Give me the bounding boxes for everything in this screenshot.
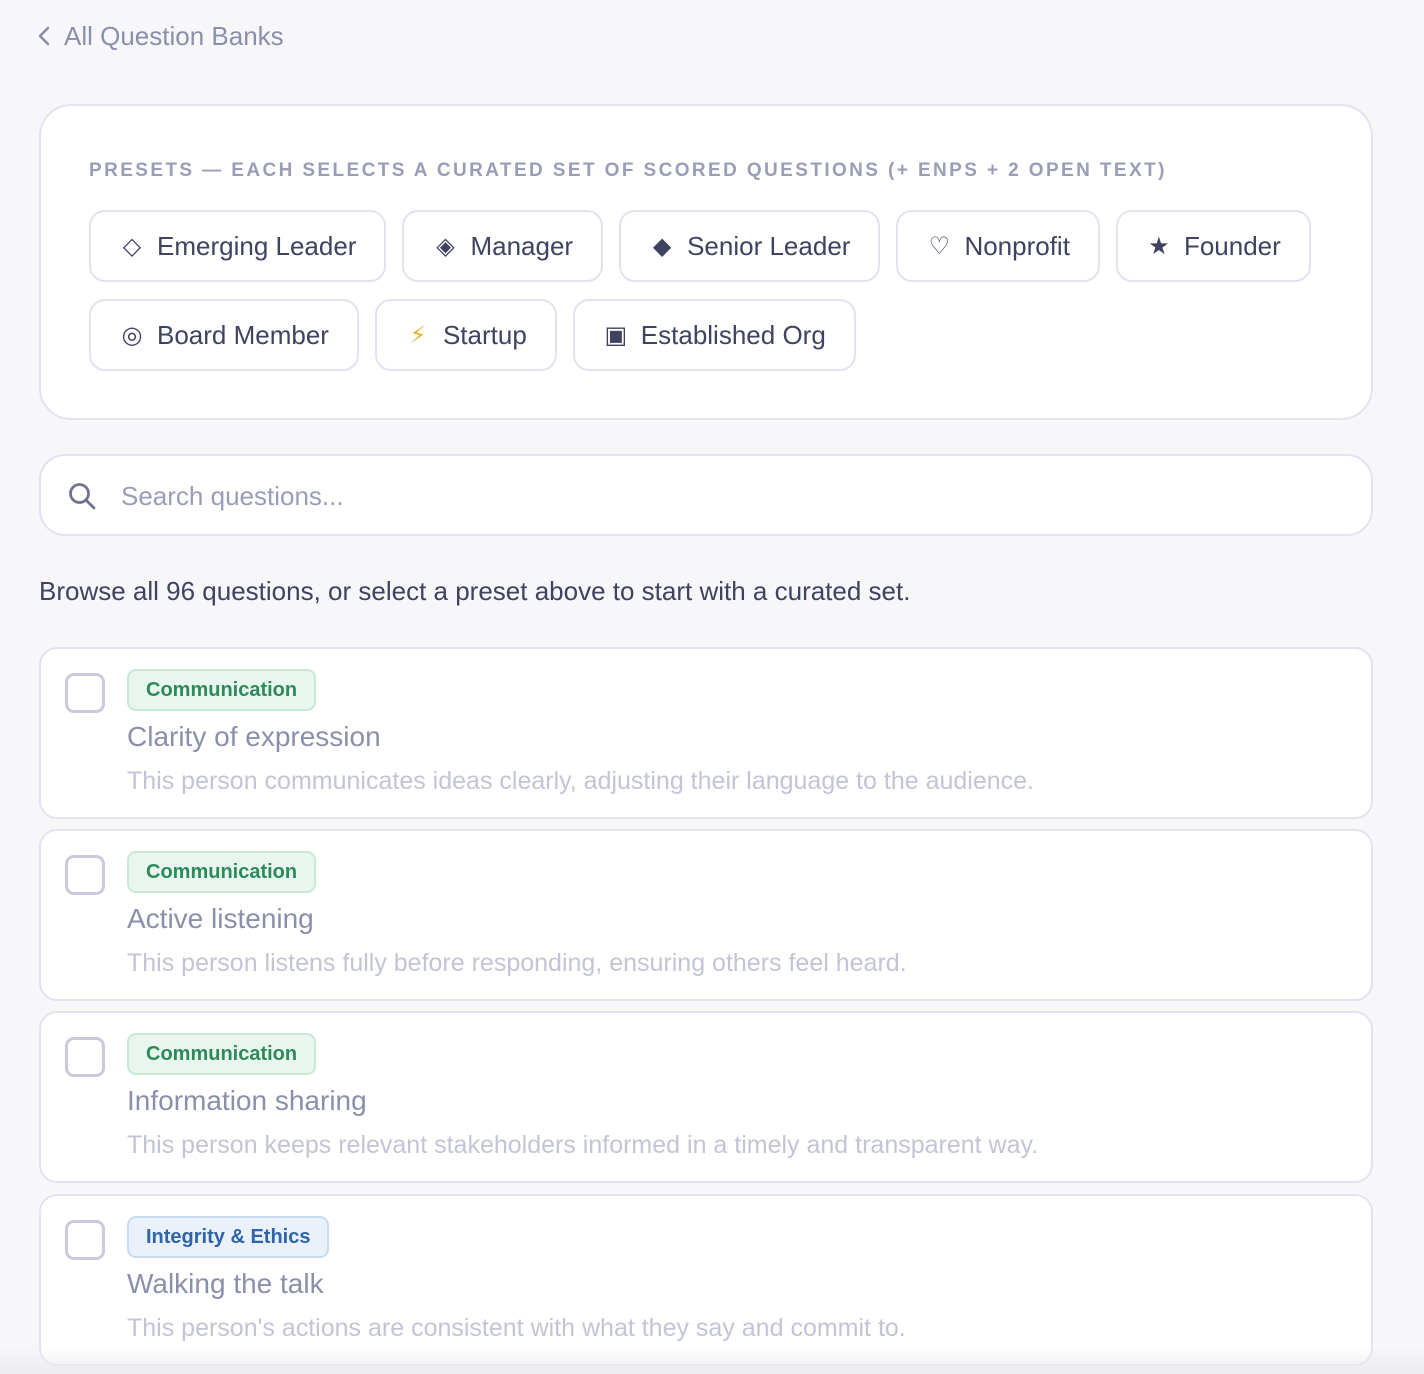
question-card[interactable]: Communication Information sharing This p… xyxy=(39,1011,1373,1183)
presets-card: PRESETS — EACH SELECTS A CURATED SET OF … xyxy=(39,104,1373,420)
presets-row: ◎ Board Member ⚡ Startup ▣ Established O… xyxy=(89,299,856,371)
bullseye-icon: ◎ xyxy=(121,321,143,349)
search-icon xyxy=(69,483,96,510)
diamond-dot-icon: ◈ xyxy=(436,232,455,260)
question-card[interactable]: Communication Active listening This pers… xyxy=(39,829,1373,1001)
question-description: This person keeps relevant stakeholders … xyxy=(127,1131,1039,1159)
presets-heading: PRESETS — EACH SELECTS A CURATED SET OF … xyxy=(89,160,1167,181)
presets-row: ◇ Emerging Leader ◈ Manager ◆ Senior Lea… xyxy=(89,210,1311,282)
preset-emerging-leader[interactable]: ◇ Emerging Leader xyxy=(89,210,387,282)
helper-text: Browse all 96 questions, or select a pre… xyxy=(39,576,911,606)
chevron-left-icon xyxy=(38,26,50,46)
preset-senior-leader[interactable]: ◆ Senior Leader xyxy=(619,210,881,282)
preset-founder[interactable]: ★ Founder xyxy=(1115,210,1311,282)
scroll-fade xyxy=(0,1346,1424,1374)
page: All Question Banks PRESETS — EACH SELECT… xyxy=(0,0,1424,1374)
heart-icon: ♡ xyxy=(928,232,951,260)
preset-label: Startup xyxy=(442,319,527,350)
question-title: Information sharing xyxy=(127,1085,367,1116)
category-tag: Communication xyxy=(127,1033,317,1075)
question-description: This person communicates ideas clearly, … xyxy=(127,767,1035,795)
preset-label: Manager xyxy=(470,230,574,261)
preset-startup[interactable]: ⚡ Startup xyxy=(374,299,557,371)
category-tag: Communication xyxy=(127,851,317,893)
diamond-filled-icon: ◆ xyxy=(652,232,672,260)
search-input[interactable] xyxy=(121,472,1321,520)
question-card[interactable]: Integrity & Ethics Walking the talk This… xyxy=(39,1194,1373,1366)
category-tag: Communication xyxy=(127,669,317,711)
preset-label: Board Member xyxy=(157,319,329,350)
category-tag: Integrity & Ethics xyxy=(127,1216,330,1258)
preset-board-member[interactable]: ◎ Board Member xyxy=(89,299,359,371)
preset-nonprofit[interactable]: ♡ Nonprofit xyxy=(896,210,1100,282)
preset-label: Senior Leader xyxy=(687,230,851,261)
preset-established-org[interactable]: ▣ Established Org xyxy=(572,299,856,371)
preset-manager[interactable]: ◈ Manager xyxy=(402,210,604,282)
preset-label: Emerging Leader xyxy=(157,230,357,261)
preset-label: Nonprofit xyxy=(964,230,1070,261)
square-icon: ▣ xyxy=(604,321,628,349)
question-description: This person listens fully before respond… xyxy=(127,949,907,977)
back-link-label: All Question Banks xyxy=(64,20,284,51)
question-checkbox[interactable] xyxy=(65,1037,105,1077)
question-checkbox[interactable] xyxy=(65,1220,105,1260)
star-icon: ★ xyxy=(1148,232,1170,260)
back-link[interactable]: All Question Banks xyxy=(36,20,284,52)
search-box xyxy=(39,454,1373,536)
question-checkbox[interactable] xyxy=(65,673,105,713)
preset-label: Established Org xyxy=(640,319,826,350)
diamond-outline-icon: ◇ xyxy=(122,232,142,260)
question-description: This person's actions are consistent wit… xyxy=(127,1314,906,1342)
question-title: Walking the talk xyxy=(127,1268,324,1299)
question-title: Clarity of expression xyxy=(127,721,381,752)
preset-label: Founder xyxy=(1183,230,1281,261)
question-title: Active listening xyxy=(127,903,314,934)
question-card[interactable]: Communication Clarity of expression This… xyxy=(39,647,1373,819)
question-checkbox[interactable] xyxy=(65,855,105,895)
lightning-icon: ⚡ xyxy=(409,321,427,349)
